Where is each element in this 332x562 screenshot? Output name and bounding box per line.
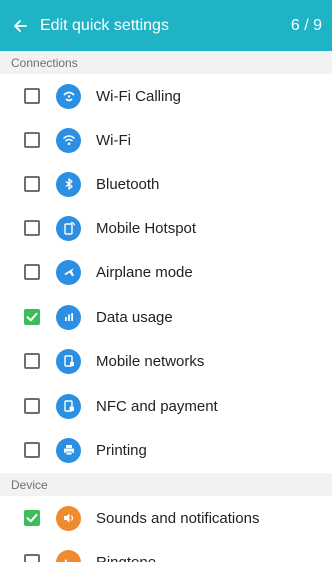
back-button[interactable] [0, 0, 40, 51]
list-item-ringtone[interactable]: Ringtone [0, 540, 332, 562]
hotspot-icon [56, 215, 81, 241]
checkbox[interactable] [24, 264, 40, 280]
wifi-icon [56, 127, 81, 153]
mobile-networks-icon [56, 348, 81, 374]
checkmark-icon [26, 513, 38, 523]
printer-icon [56, 437, 81, 463]
nfc-icon [56, 393, 81, 419]
item-label: Sounds and notifications [96, 509, 260, 527]
checkbox-checked[interactable] [24, 510, 40, 526]
checkbox[interactable] [24, 554, 40, 562]
back-arrow-icon [14, 19, 27, 32]
item-label: Wi-Fi Calling [96, 87, 182, 105]
item-label: Mobile networks [96, 352, 205, 370]
checkmark-icon [26, 312, 38, 322]
checkbox[interactable] [24, 88, 40, 104]
data-usage-icon [56, 304, 81, 330]
page-title: Edit quick settings [40, 16, 169, 34]
speaker-icon [56, 505, 81, 531]
item-label: Ringtone [96, 553, 157, 562]
page-indicator: 6 / 9 [290, 16, 322, 34]
list-item-wifi-calling[interactable]: Wi-Fi Calling [0, 74, 332, 118]
checkbox[interactable] [24, 176, 40, 192]
wifi-calling-icon [56, 83, 81, 109]
item-label: Data usage [96, 308, 173, 326]
item-label: Bluetooth [96, 175, 160, 193]
list-item-nfc-payment[interactable]: NFC and payment [0, 384, 332, 428]
ringtone-icon [56, 549, 81, 562]
app-bar: Edit quick settings 6 / 9 [0, 0, 332, 51]
list-item-bluetooth[interactable]: Bluetooth [0, 162, 332, 206]
checkbox[interactable] [24, 398, 40, 414]
list-item-sounds-notifications[interactable]: Sounds and notifications [0, 496, 332, 540]
list-item-wifi[interactable]: Wi-Fi [0, 118, 332, 162]
list-item-mobile-networks[interactable]: Mobile networks [0, 339, 332, 383]
item-label: Printing [96, 441, 147, 459]
item-label: Airplane mode [96, 263, 193, 281]
item-label: NFC and payment [96, 397, 218, 415]
checkbox[interactable] [24, 220, 40, 236]
checkbox[interactable] [24, 442, 40, 458]
checkbox-checked[interactable] [24, 309, 40, 325]
list-item-airplane-mode[interactable]: Airplane mode [0, 250, 332, 294]
list-item-mobile-hotspot[interactable]: Mobile Hotspot [0, 206, 332, 250]
item-label: Wi-Fi [96, 131, 131, 149]
list-item-printing[interactable]: Printing [0, 428, 332, 472]
list-item-data-usage[interactable]: Data usage [0, 295, 332, 339]
item-label: Mobile Hotspot [96, 219, 197, 237]
airplane-icon [56, 259, 81, 285]
bluetooth-icon [56, 171, 81, 197]
checkbox[interactable] [24, 132, 40, 148]
checkbox[interactable] [24, 353, 40, 369]
section-header-device: Device [0, 473, 332, 496]
section-header-connections: Connections [0, 51, 332, 74]
